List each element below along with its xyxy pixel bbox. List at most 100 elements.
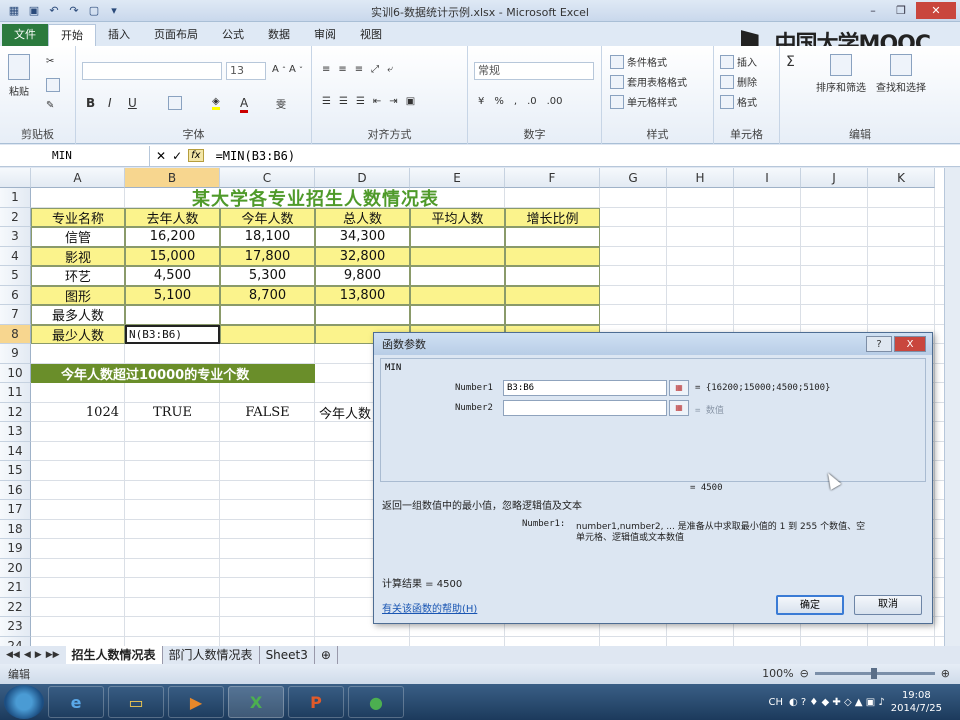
table-cell[interactable]: 15,000 xyxy=(125,246,220,266)
row-header-8[interactable]: 8 xyxy=(0,324,31,344)
zoom-slider[interactable] xyxy=(814,668,935,679)
language-indicator[interactable]: CH xyxy=(768,697,783,708)
zoom-knob[interactable] xyxy=(870,668,877,679)
minimize-button[interactable]: – xyxy=(860,2,886,19)
row-label[interactable]: 信管 xyxy=(31,227,125,247)
row-header-13[interactable]: 13 xyxy=(0,422,31,442)
row-header-7[interactable]: 7 xyxy=(0,305,31,325)
font-size-box[interactable]: 13 xyxy=(226,62,266,80)
bold-button[interactable]: B xyxy=(86,96,95,110)
copy-button[interactable] xyxy=(46,78,60,92)
table-cell[interactable]: 16,200 xyxy=(125,227,220,247)
conditional-format-button[interactable]: 条件格式 xyxy=(610,54,667,69)
table-header[interactable]: 增长比例 xyxy=(505,207,600,227)
tab-data[interactable]: 数据 xyxy=(256,24,302,46)
select-all-corner[interactable] xyxy=(0,168,31,188)
column-header-a[interactable]: A xyxy=(31,168,125,188)
arg2-input[interactable] xyxy=(503,400,667,416)
tab-page-layout[interactable]: 页面布局 xyxy=(142,24,210,46)
row-header-20[interactable]: 20 xyxy=(0,558,31,578)
tab-review[interactable]: 审阅 xyxy=(302,24,348,46)
next-sheet-icon[interactable]: ▶ xyxy=(35,650,42,660)
border-button[interactable] xyxy=(168,96,182,110)
green-app-taskbar-icon[interactable]: ● xyxy=(348,686,404,718)
sheet-title[interactable]: 某大学各专业招生人数情况表 xyxy=(31,188,600,208)
sheet-tab-2[interactable]: 部门人数情况表 xyxy=(163,646,260,664)
row-header-2[interactable]: 2 xyxy=(0,207,31,227)
row-header-19[interactable]: 19 xyxy=(0,539,31,559)
row-header-3[interactable]: 3 xyxy=(0,227,31,247)
grow-font-button[interactable]: Aˆ Aˇ xyxy=(272,64,303,75)
column-header-e[interactable]: E xyxy=(410,168,505,188)
table-format-button[interactable]: 套用表格格式 xyxy=(610,74,687,89)
dialog-close-button[interactable]: X xyxy=(894,336,926,352)
row-label[interactable]: 最多人数 xyxy=(31,305,125,325)
table-cell[interactable] xyxy=(220,305,315,325)
column-header-h[interactable]: H xyxy=(667,168,734,188)
column-header-d[interactable]: D xyxy=(315,168,410,188)
table-header[interactable]: 今年人数 xyxy=(220,207,315,227)
clock[interactable]: 19:08 2014/7/25 xyxy=(891,689,942,715)
start-button[interactable] xyxy=(4,685,44,719)
table-cell[interactable]: 5,300 xyxy=(220,266,315,286)
table-cell[interactable] xyxy=(505,305,600,325)
sheet-tab-1[interactable]: 招生人数情况表 xyxy=(65,646,163,664)
row-header-21[interactable]: 21 xyxy=(0,578,31,598)
row-header-15[interactable]: 15 xyxy=(0,461,31,481)
excel-icon[interactable]: ▦ xyxy=(6,3,22,19)
table-cell[interactable] xyxy=(220,324,315,344)
font-family-box[interactable] xyxy=(82,62,222,80)
restore-button[interactable]: ❐ xyxy=(888,2,914,19)
autosum-button[interactable]: Σ xyxy=(786,54,795,70)
table-cell[interactable] xyxy=(505,266,600,286)
column-header-b[interactable]: B xyxy=(125,168,220,188)
close-button[interactable]: ✕ xyxy=(916,2,956,19)
table-cell[interactable] xyxy=(410,246,505,266)
formula-input[interactable]: =MIN(B3:B6) xyxy=(210,149,295,163)
table-header[interactable]: 专业名称 xyxy=(31,207,125,227)
table-cell[interactable]: 13,800 xyxy=(315,285,410,305)
row-header-11[interactable]: 11 xyxy=(0,383,31,403)
fill-color-button[interactable]: ◈ xyxy=(212,96,220,110)
table-cell[interactable]: 34,300 xyxy=(315,227,410,247)
row-header-5[interactable]: 5 xyxy=(0,266,31,286)
tab-view[interactable]: 视图 xyxy=(348,24,394,46)
name-box[interactable]: MIN xyxy=(0,145,150,166)
ok-button[interactable]: 确定 xyxy=(776,595,844,615)
arg1-input[interactable]: B3:B6 xyxy=(503,380,667,396)
banner-cell[interactable]: 今年人数超过10000的专业个数 xyxy=(31,363,315,383)
column-header-k[interactable]: K xyxy=(868,168,935,188)
tab-home[interactable]: 开始 xyxy=(48,24,96,46)
table-cell[interactable] xyxy=(505,227,600,247)
row-label[interactable]: 图形 xyxy=(31,285,125,305)
table-cell[interactable]: 5,100 xyxy=(125,285,220,305)
table-cell[interactable] xyxy=(410,266,505,286)
table-cell[interactable] xyxy=(125,305,220,325)
row-header-18[interactable]: 18 xyxy=(0,519,31,539)
active-cell-editor[interactable]: N(B3:B6) xyxy=(125,324,220,344)
new-sheet-icon[interactable]: ⊕ xyxy=(315,646,338,664)
redo-icon[interactable]: ↷ xyxy=(66,3,82,19)
column-header-g[interactable]: G xyxy=(600,168,667,188)
arg1-collapse-icon[interactable]: ▦ xyxy=(669,380,689,396)
row-header-17[interactable]: 17 xyxy=(0,500,31,520)
save-icon[interactable]: ▣ xyxy=(26,3,42,19)
format-painter-button[interactable]: ✎ xyxy=(46,100,54,111)
table-cell[interactable] xyxy=(315,305,410,325)
row-label[interactable]: 影视 xyxy=(31,246,125,266)
number-format-box[interactable]: 常规 xyxy=(474,62,594,80)
zoom-out-icon[interactable]: ⊖ xyxy=(800,667,809,680)
row-header-14[interactable]: 14 xyxy=(0,441,31,461)
column-header-j[interactable]: J xyxy=(801,168,868,188)
number-cell[interactable]: 1024 xyxy=(31,403,125,423)
underline-button[interactable]: U xyxy=(128,96,137,110)
table-cell[interactable] xyxy=(410,227,505,247)
ie-taskbar-icon[interactable]: e xyxy=(48,686,104,718)
table-cell[interactable]: 4,500 xyxy=(125,266,220,286)
powerpoint-taskbar-icon[interactable]: P xyxy=(288,686,344,718)
sheet-tab-3[interactable]: Sheet3 xyxy=(260,646,315,664)
row-header-16[interactable]: 16 xyxy=(0,480,31,500)
column-header-i[interactable]: I xyxy=(734,168,801,188)
zoom-level[interactable]: 100% xyxy=(762,667,793,680)
row-header-6[interactable]: 6 xyxy=(0,285,31,305)
